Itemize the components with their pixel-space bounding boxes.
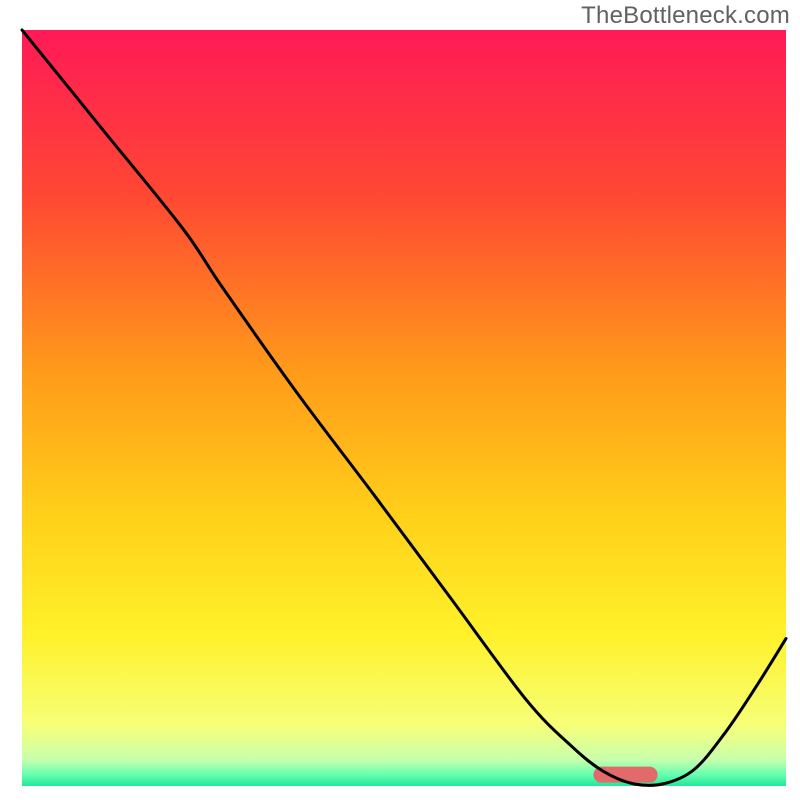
plot-background	[22, 30, 786, 786]
chart-svg	[0, 0, 800, 800]
watermark-text: TheBottleneck.com	[581, 2, 790, 30]
chart-root: TheBottleneck.com	[0, 0, 800, 800]
